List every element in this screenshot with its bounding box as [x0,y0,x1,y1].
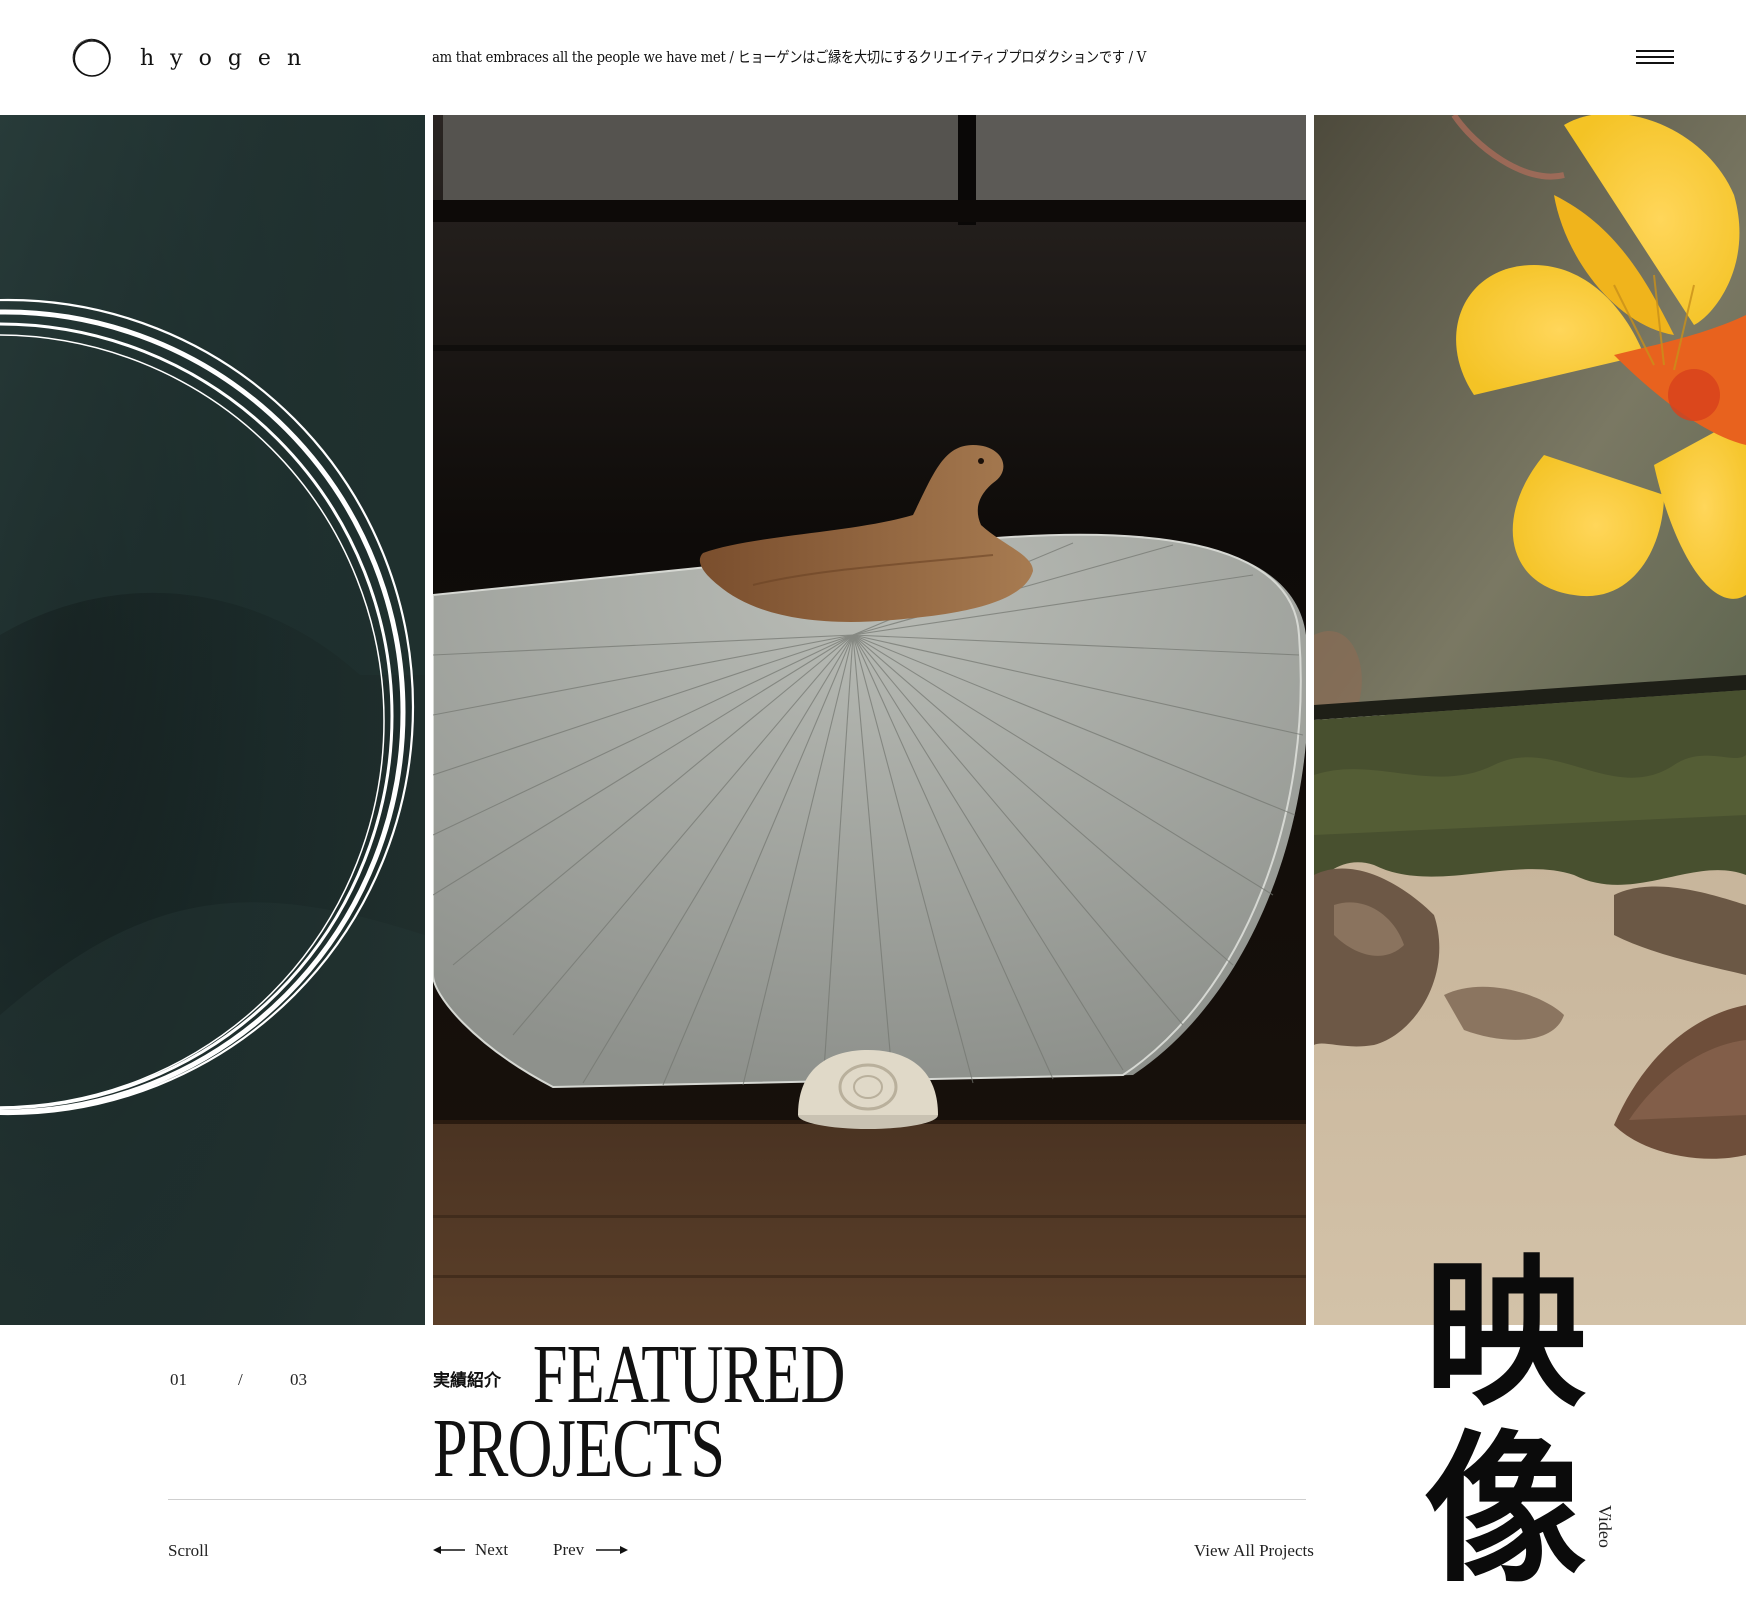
prev-label: Prev [553,1540,585,1559]
category-kanji: 映 像 [1420,1246,1590,1598]
tagline-ticker: am that embraces all the people we have … [432,44,1308,74]
divider-line [168,1499,1306,1500]
counter-current: 01 [170,1370,187,1389]
ticker-text: am that embraces all the people we have … [432,48,1147,66]
prev-button[interactable]: Prev [553,1540,629,1560]
uchiwa-fan-slide[interactable] [433,115,1306,1325]
uchiwa-fan-slide-image [433,115,1306,1325]
brand-logo[interactable]: hyogen [72,38,317,78]
hamburger-icon[interactable] [1636,50,1674,68]
counter-total: 03 [290,1370,307,1389]
ring-slide[interactable] [0,115,425,1325]
title-line-projects: PROJECTS [433,1402,725,1495]
view-all-projects-link[interactable]: View All Projects [1194,1541,1314,1561]
flower-beach-slide-image [1314,115,1746,1325]
next-button[interactable]: Next [433,1540,508,1560]
arrow-right-icon [596,1546,629,1554]
title-line-featured: FEATURED [532,1328,846,1421]
flower-beach-slide[interactable] [1314,115,1746,1325]
category-english: Video [1595,1505,1615,1548]
section-title: FEATURED PROJECTS [433,1328,877,1495]
scroll-indicator[interactable]: Scroll [168,1541,209,1561]
next-label: Next [475,1540,509,1559]
ring-icon [72,38,111,77]
arrow-left-icon [433,1546,465,1554]
ring-slide-image [0,115,425,1325]
site-header: hyogen am that embraces all the people w… [0,0,1746,115]
slide-counter: 01 / 03 [170,1370,310,1394]
counter-separator: / [238,1370,243,1389]
brand-name: hyogen [140,45,318,71]
category-kanji-2: 像 [1424,1415,1586,1605]
category-kanji-1: 映 [1424,1239,1586,1429]
